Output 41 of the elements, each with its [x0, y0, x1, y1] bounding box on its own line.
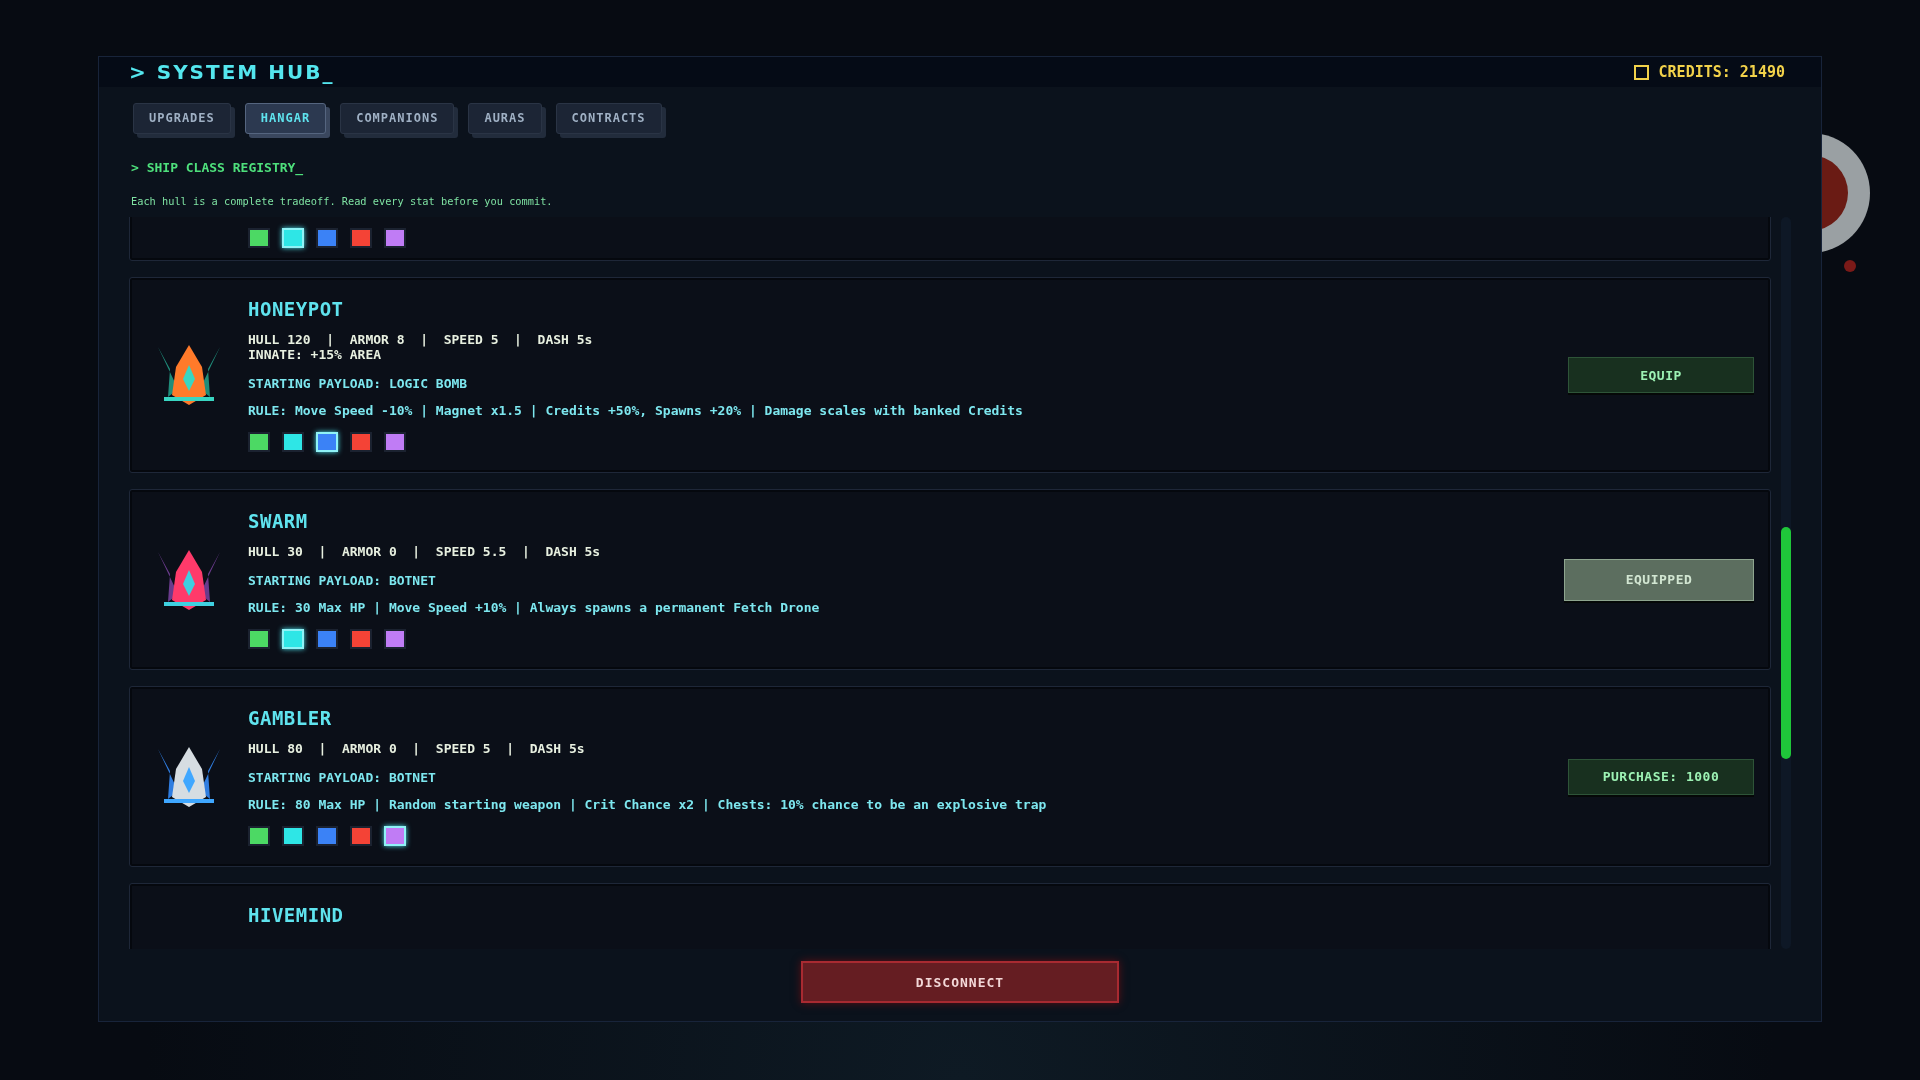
scrollbar[interactable]	[1781, 217, 1791, 949]
disconnect-button[interactable]: DISCONNECT	[801, 961, 1119, 1003]
equip-button[interactable]: EQUIP	[1568, 357, 1754, 393]
square-icon	[1633, 64, 1649, 80]
color-swatch[interactable]	[384, 432, 406, 452]
purchase-button[interactable]: PURCHASE: 1000	[1568, 758, 1754, 795]
ship-rule: RULE: 30 Max HP | Move Speed +10% | Always spawns a permanent Fetch Drone	[248, 600, 821, 615]
ship-rule: RULE: Move Speed -10% | Magnet x1.5 | Credits +50%, Spawns +20% | Damage scales with banked Credits	[248, 403, 1024, 418]
color-swatch[interactable]	[384, 228, 406, 248]
scrollbar-thumb[interactable]	[1781, 527, 1791, 759]
color-swatch[interactable]	[384, 629, 406, 649]
ship-name: GAMBLER	[248, 707, 333, 729]
starting-payload: STARTING PAYLOAD: BOTNET	[248, 573, 437, 588]
color-swatch[interactable]	[248, 826, 270, 846]
credits-counter: CREDITS: 21490	[1658, 63, 1785, 81]
ship-stats: HULL 30 | ARMOR 0 | SPEED 5.5 | DASH 5s	[248, 544, 602, 559]
ship-rule: RULE: 80 Max HP | Random starting weapon | Crit Chance x2 | Chests: 10% chance to be an explosive trap	[248, 797, 1048, 812]
starting-payload: STARTING PAYLOAD: LOGIC BOMB	[248, 376, 469, 391]
window-title: > SYSTEM HUB_	[129, 60, 335, 84]
color-swatch[interactable]	[316, 629, 338, 649]
ship-name: SWARM	[248, 510, 309, 532]
ship-stats: HULL 120 | ARMOR 8 | SPEED 5 | DASH 5s	[248, 332, 594, 347]
color-swatch[interactable]	[282, 826, 304, 846]
innate-bonus: INNATE: +15% AREA	[248, 347, 383, 362]
color-swatch[interactable]	[350, 432, 372, 452]
color-swatch[interactable]	[248, 629, 270, 649]
color-swatch[interactable]	[316, 826, 338, 846]
equipped-button[interactable]: EQUIPPED	[1564, 558, 1754, 601]
section-title: > SHIP CLASS REGISTRY_	[130, 159, 305, 175]
color-swatch[interactable]	[282, 432, 304, 452]
starting-payload: STARTING PAYLOAD: BOTNET	[248, 770, 437, 785]
color-swatch[interactable]	[248, 432, 270, 452]
color-swatch[interactable]	[248, 228, 270, 248]
color-swatch[interactable]	[350, 629, 372, 649]
ship-stats: HULL 80 | ARMOR 0 | SPEED 5 | DASH 5s	[248, 741, 586, 756]
color-swatch[interactable]	[350, 826, 372, 846]
section-description: Each hull is a complete tradeoff. Read every stat before you commit.	[130, 194, 554, 207]
ship-name: HONEYPOT	[248, 298, 345, 320]
color-swatch[interactable]	[316, 228, 338, 248]
color-swatch[interactable]	[350, 228, 372, 248]
ship-name: HIVEMIND	[248, 904, 345, 926]
